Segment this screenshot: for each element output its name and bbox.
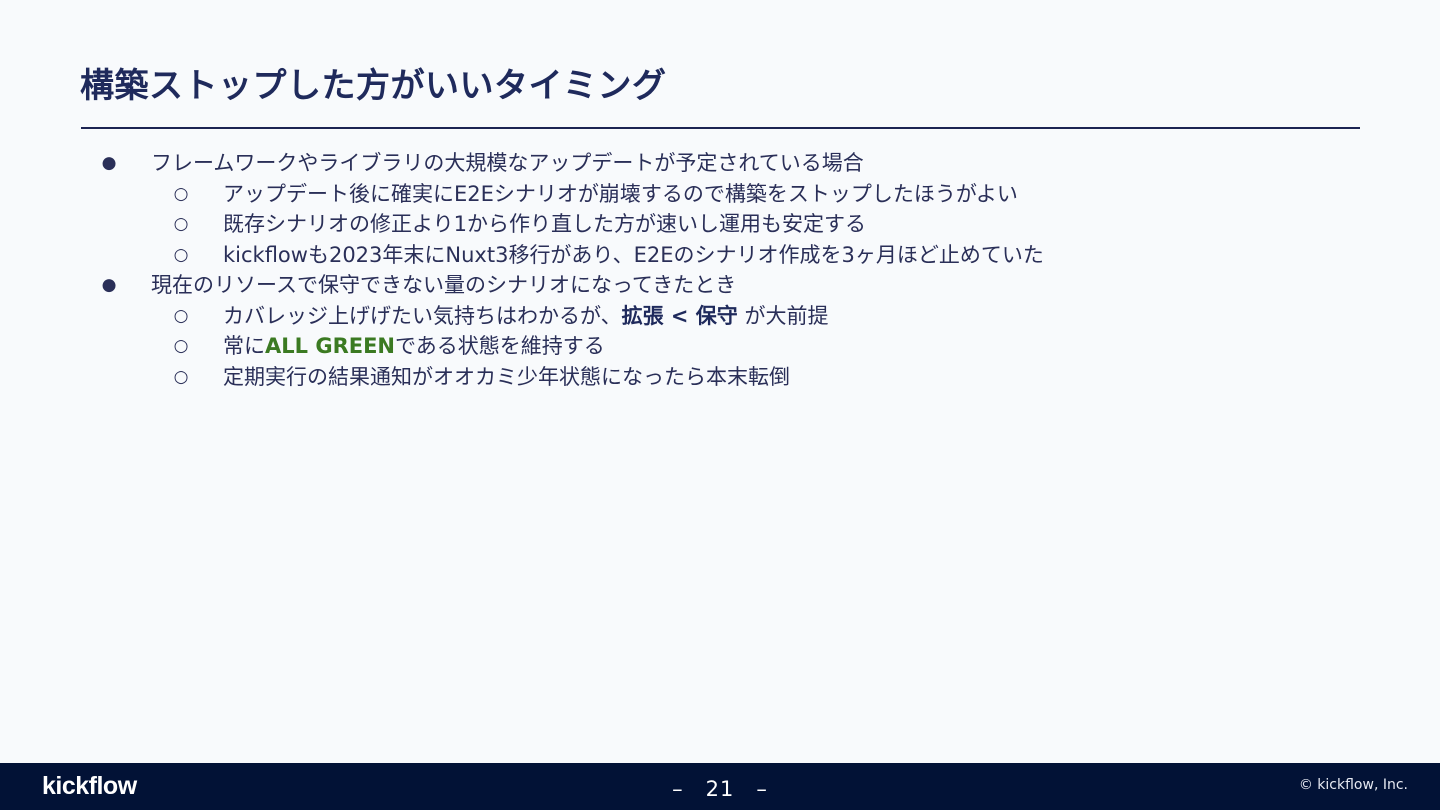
sub-bullet-text: 既存シナリオの修正より1から作り直した方が速いし運用も安定する	[223, 212, 866, 236]
sub-bullet-item: ○ 定期実行の結果通知がオオカミ少年状態になったら本末転倒	[0, 362, 1440, 393]
bullet-marker: ●	[101, 153, 117, 173]
sub-bullet-marker: ○	[173, 183, 189, 204]
sub-bullet-marker: ○	[173, 336, 189, 356]
emphasis-text: 拡張 < 保守	[621, 303, 738, 328]
footer-bar: kickflow – 21 – © kickflow, Inc.	[0, 763, 1440, 810]
sub-bullet-item: ○ カバレッジ上げげたい気持ちはわかるが、拡張 < 保守 が大前提	[0, 301, 1440, 332]
sub-bullet-text-after: が大前提	[737, 303, 829, 328]
bullet-text: フレームワークやライブラリの大規模なアップデートが予定されている場合	[151, 151, 864, 175]
bullet-marker: ●	[101, 275, 117, 295]
title-divider	[81, 127, 1360, 129]
bullet-item: ● フレームワークやライブラリの大規模なアップデートが予定されている場合	[0, 148, 1440, 179]
sub-bullet-text-before: 常に	[223, 334, 265, 358]
sub-bullet-text: アップデート後に確実にE2Eシナリオが崩壊するので構築をストップしたほうがよい	[223, 181, 1018, 206]
page-number: – 21 –	[672, 777, 768, 801]
copyright-text: © kickflow, Inc.	[1298, 777, 1408, 793]
sub-bullet-item: ○ 既存シナリオの修正より1から作り直した方が速いし運用も安定する	[0, 209, 1440, 240]
sub-bullet-text: 常にALL GREENである状態を維持する	[223, 331, 605, 362]
sub-bullet-text: カバレッジ上げげたい気持ちはわかるが、拡張 < 保守 が大前提	[223, 301, 829, 332]
sub-bullet-text-before: カバレッジ上げげたい気持ちはわかるが、	[223, 303, 622, 328]
sub-bullet-text-after: である状態を維持する	[395, 334, 605, 358]
sub-bullet-marker: ○	[173, 244, 189, 265]
bullet-list: ● フレームワークやライブラリの大規模なアップデートが予定されている場合 ○ ア…	[0, 148, 1440, 392]
slide-title: 構築ストップした方がいいタイミング	[80, 66, 667, 106]
sub-bullet-item: ○ アップデート後に確実にE2Eシナリオが崩壊するので構築をストップしたほうがよ…	[0, 179, 1440, 210]
sub-bullet-text: 定期実行の結果通知がオオカミ少年状態になったら本末転倒	[223, 364, 790, 389]
all-green-highlight: ALL GREEN	[265, 334, 395, 358]
bullet-item: ● 現在のリソースで保守できない量のシナリオになってきたとき	[0, 270, 1440, 301]
sub-bullet-marker: ○	[173, 366, 189, 387]
sub-bullet-item: ○ 常にALL GREENである状態を維持する	[0, 331, 1440, 362]
bullet-text: 現在のリソースで保守できない量のシナリオになってきたとき	[151, 273, 737, 297]
sub-bullet-item: ○ kickflowも2023年末にNuxt3移行があり、E2Eのシナリオ作成を…	[0, 240, 1440, 271]
sub-bullet-marker: ○	[173, 305, 189, 326]
sub-bullet-text: kickflowも2023年末にNuxt3移行があり、E2Eのシナリオ作成を3ヶ…	[223, 242, 1044, 267]
sub-bullet-marker: ○	[173, 214, 189, 234]
